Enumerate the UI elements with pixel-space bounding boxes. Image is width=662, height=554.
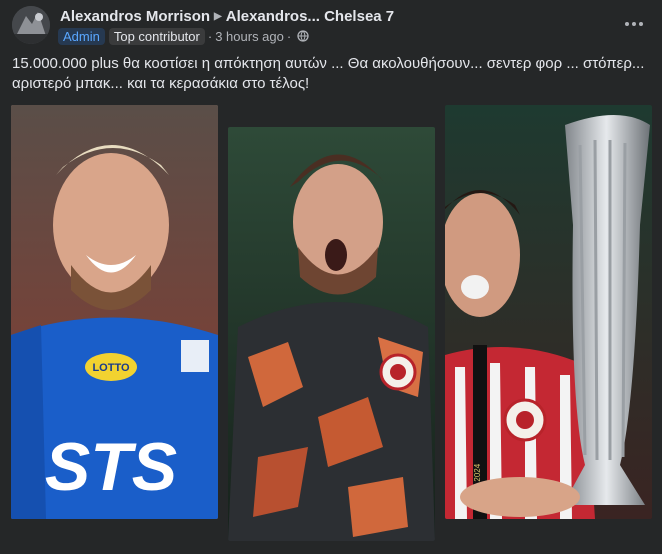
group-name[interactable]: Alexandros... Chelsea 7 [226, 8, 394, 25]
top-contributor-badge[interactable]: Top contributor [108, 27, 205, 45]
globe-icon[interactable] [297, 30, 309, 42]
author-name[interactable]: Alexandros Morrison [60, 8, 210, 25]
arrow-right-icon: ▶ [214, 11, 222, 22]
feed-post: Alexandros Morrison ▶ Alexandros... Chelse… [0, 0, 662, 554]
meta-separator: · [207, 28, 213, 44]
post-meta: Admin Top contributor · 3 hours ago · [58, 27, 309, 45]
photo-1-sponsor: LOTTO [92, 362, 130, 374]
photo-3-image: FINAL 2024 [445, 105, 652, 519]
post-header: Alexandros Morrison ▶ Alexandros... Chelse… [12, 4, 652, 45]
meta-separator: · [286, 28, 292, 44]
post-photo-1[interactable]: LOTTO STS [11, 105, 218, 519]
post-photo-3[interactable]: FINAL 2024 [445, 105, 652, 519]
post-photo-2[interactable] [228, 127, 435, 541]
post-time[interactable]: 3 hours ago [215, 29, 284, 44]
avatar-image [12, 6, 50, 44]
more-options-icon[interactable] [622, 14, 646, 34]
photo-1-image: LOTTO STS [11, 105, 218, 519]
photo-1-label: STS [45, 429, 177, 505]
post-title-row: Alexandros Morrison ▶ Alexandros... Chelse… [60, 8, 394, 25]
post-text: 15.000.000 plus θα κοστίσει η απόκτηση α… [12, 55, 645, 92]
photo-2-image [228, 127, 435, 541]
avatar[interactable] [12, 6, 50, 44]
admin-badge[interactable]: Admin [58, 27, 105, 45]
